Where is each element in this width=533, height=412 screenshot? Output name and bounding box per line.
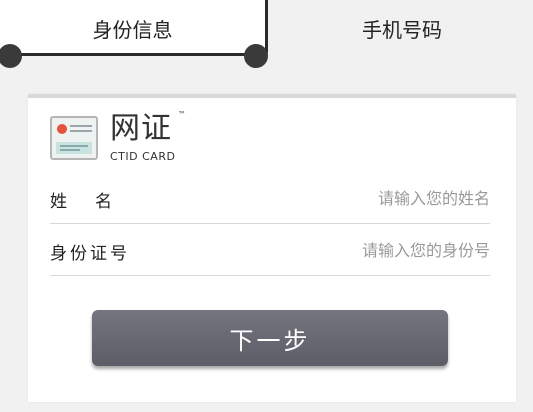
id-number-input[interactable]	[260, 236, 490, 264]
id-number-label: 身份证号	[50, 244, 130, 264]
id-card-icon	[50, 116, 98, 160]
tab-notch-right	[244, 44, 268, 68]
id-number-row: 身份证号	[50, 226, 490, 276]
logo-title: 网证	[110, 111, 172, 146]
logo-trademark: ™	[178, 110, 186, 119]
name-input[interactable]	[260, 184, 490, 212]
tab-phone-number[interactable]: 手机号码	[271, 0, 533, 62]
card-serrated-edge	[28, 398, 516, 406]
identity-form-card: 网证 ™ CTID CARD 姓名 身份证号 下一步	[28, 94, 516, 402]
name-row: 姓名	[50, 174, 490, 224]
tab-identity-info-label: 身份信息	[92, 18, 173, 42]
logo-subtitle: CTID CARD	[110, 150, 176, 163]
tab-phone-number-label: 手机号码	[362, 18, 442, 42]
tab-bar: 身份信息 手机号码	[0, 0, 533, 68]
tab-notch-left	[0, 44, 22, 68]
tab-identity-info[interactable]: 身份信息	[0, 0, 268, 56]
next-step-button[interactable]: 下一步	[92, 310, 448, 366]
name-label: 姓名	[50, 192, 140, 212]
